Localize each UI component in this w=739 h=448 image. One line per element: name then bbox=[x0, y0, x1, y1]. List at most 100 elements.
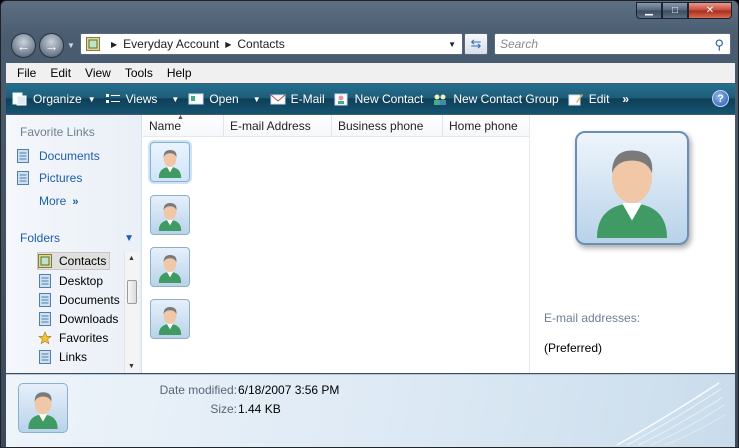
documents-folder-icon bbox=[38, 293, 52, 307]
address-bar[interactable]: ▶ Everyday Account ▶ Contacts ▼ bbox=[80, 33, 463, 55]
menu-edit[interactable]: Edit bbox=[43, 66, 78, 80]
chevron-down-icon: ▼ bbox=[252, 94, 261, 104]
chevron-down-icon: ▼ bbox=[87, 94, 96, 104]
column-header-label: Business phone bbox=[338, 119, 424, 133]
size-value: 1.44 KB bbox=[238, 402, 281, 416]
decorative-swoosh bbox=[616, 382, 726, 446]
views-label: Views bbox=[125, 92, 158, 106]
caption-buttons: ▁ □ ✕ bbox=[636, 2, 732, 19]
email-label: E-Mail bbox=[290, 92, 325, 106]
scroll-down-icon[interactable]: ▼ bbox=[128, 363, 135, 370]
contact-item[interactable] bbox=[150, 299, 190, 339]
column-header-email[interactable]: E-mail Address bbox=[224, 115, 332, 137]
preferred-label: (Preferred) bbox=[544, 341, 603, 355]
tree-item-label: Links bbox=[59, 350, 88, 364]
breadcrumb-everyday-account[interactable]: Everyday Account bbox=[123, 37, 219, 51]
organize-button[interactable]: Organize ▼ bbox=[12, 92, 96, 106]
new-contact-label: New Contact bbox=[354, 92, 424, 106]
contact-avatar-icon bbox=[582, 138, 682, 238]
open-button[interactable]: Open ▼ bbox=[188, 92, 261, 106]
folder-tree-scrollbar[interactable]: ▲ ▼ bbox=[124, 252, 139, 373]
tree-item-downloads[interactable]: Downloads bbox=[38, 310, 118, 328]
star-icon bbox=[38, 331, 52, 345]
edit-button[interactable]: Edit bbox=[568, 92, 610, 106]
close-button[interactable]: ✕ bbox=[688, 2, 732, 19]
desktop-folder-icon bbox=[38, 274, 52, 288]
column-header-name[interactable]: ▲ Name bbox=[143, 114, 224, 137]
favorite-link-pictures[interactable]: Pictures bbox=[16, 171, 82, 185]
scroll-up-icon[interactable]: ▲ bbox=[128, 255, 135, 262]
column-headers: ▲ Name E-mail Address Business phone Hom… bbox=[143, 114, 529, 137]
new-contact-group-button[interactable]: New Contact Group bbox=[432, 92, 559, 106]
contact-item[interactable] bbox=[150, 142, 190, 182]
address-dropdown-icon[interactable]: ▼ bbox=[448, 40, 456, 49]
menu-tools[interactable]: Tools bbox=[118, 66, 160, 80]
breadcrumb-contacts[interactable]: Contacts bbox=[237, 37, 284, 51]
column-header-home-phone[interactable]: Home phone bbox=[443, 115, 529, 137]
menu-file[interactable]: File bbox=[10, 66, 43, 80]
column-header-label: Name bbox=[149, 119, 182, 133]
favorite-links-title: Favorite Links bbox=[20, 125, 95, 139]
contact-avatar-icon bbox=[22, 387, 64, 429]
documents-icon bbox=[16, 149, 30, 163]
breadcrumb-arrow-icon[interactable]: ▶ bbox=[225, 40, 231, 49]
new-contact-group-label: New Contact Group bbox=[453, 92, 559, 106]
content-area: Favorite Links Documents Pictures More» … bbox=[6, 114, 735, 373]
contact-item[interactable] bbox=[150, 247, 190, 287]
more-links-button[interactable]: More » bbox=[39, 194, 78, 208]
favorite-link-label: Documents bbox=[39, 149, 100, 163]
breadcrumb-arrow-icon[interactable]: ▶ bbox=[111, 40, 117, 49]
menu-view[interactable]: View bbox=[78, 66, 118, 80]
menu-help[interactable]: Help bbox=[160, 66, 199, 80]
tree-item-label: Contacts bbox=[59, 254, 107, 268]
minimize-button[interactable]: ▁ bbox=[636, 2, 662, 19]
tree-item-desktop[interactable]: Desktop bbox=[38, 272, 103, 290]
tree-item-favorites[interactable]: Favorites bbox=[38, 329, 108, 347]
search-icon[interactable]: ⚲ bbox=[714, 37, 724, 53]
folders-header[interactable]: Folders ▼ bbox=[6, 227, 142, 249]
chevron-down-icon: ▼ bbox=[124, 232, 134, 244]
search-input[interactable]: Search ⚲ bbox=[494, 33, 731, 55]
scrollbar-thumb[interactable] bbox=[127, 280, 137, 304]
search-placeholder: Search bbox=[500, 37, 539, 51]
contact-group-icon bbox=[434, 94, 447, 105]
back-button[interactable]: ← bbox=[11, 33, 36, 58]
email-addresses-label: E-mail addresses: bbox=[544, 311, 641, 325]
email-button[interactable]: E-Mail bbox=[270, 92, 325, 106]
tree-item-label: Favorites bbox=[59, 331, 109, 345]
forward-button[interactable]: → bbox=[39, 33, 64, 58]
organize-label: Organize bbox=[33, 92, 82, 106]
recent-pages-dropdown[interactable]: ▼ bbox=[67, 41, 75, 50]
details-pane: Date modified: 6/18/2007 3:56 PM Size: 1… bbox=[6, 374, 735, 447]
new-contact-button[interactable]: New Contact bbox=[334, 92, 424, 106]
folders-title: Folders bbox=[20, 231, 61, 245]
preview-pane: E-mail addresses: (Preferred) bbox=[529, 115, 735, 373]
tree-item-label: Downloads bbox=[59, 312, 119, 326]
contact-avatar-icon bbox=[154, 303, 186, 335]
navigation-row: ← → ▼ ▶ Everyday Account ▶ Contacts ▼ ⇆ … bbox=[1, 27, 738, 61]
help-icon[interactable]: ? bbox=[712, 90, 729, 107]
tree-item-contacts[interactable]: Contacts bbox=[37, 252, 111, 270]
tree-item-links[interactable]: Links bbox=[38, 348, 87, 366]
contacts-folder-icon bbox=[38, 254, 52, 268]
email-icon bbox=[270, 94, 286, 105]
size-label: Size: bbox=[210, 402, 237, 416]
folder-tree: Contacts Desktop Documents Downloads Fav… bbox=[6, 252, 124, 373]
refresh-button[interactable]: ⇆ bbox=[464, 33, 488, 55]
toolbar-overflow-chevron[interactable]: » bbox=[622, 92, 629, 106]
contact-item[interactable] bbox=[150, 195, 190, 235]
pictures-icon bbox=[16, 171, 30, 185]
open-label: Open bbox=[209, 92, 239, 106]
views-icon bbox=[105, 94, 120, 103]
tree-item-documents[interactable]: Documents bbox=[38, 291, 120, 309]
favorite-link-documents[interactable]: Documents bbox=[16, 149, 100, 163]
file-list-pane: ▲ Name E-mail Address Business phone Hom… bbox=[143, 114, 529, 373]
column-header-label: E-mail Address bbox=[230, 119, 311, 133]
downloads-folder-icon bbox=[38, 312, 52, 326]
column-header-label: Home phone bbox=[449, 119, 518, 133]
edit-label: Edit bbox=[588, 92, 610, 106]
column-header-business-phone[interactable]: Business phone bbox=[332, 115, 443, 137]
views-button[interactable]: Views ▼ bbox=[105, 92, 179, 106]
tree-item-label: Documents bbox=[59, 293, 120, 307]
maximize-button[interactable]: □ bbox=[662, 2, 688, 19]
